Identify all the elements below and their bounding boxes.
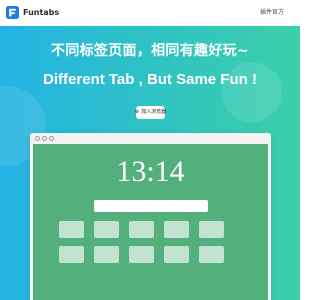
add-to-browser-label: 加入浏览器 [141,109,167,115]
browser-title-bar [30,133,271,144]
window-dot-icon [49,136,54,141]
shortcut-tile[interactable] [59,246,84,263]
top-navigation-bar: Funtabs 插件官方 [0,0,300,26]
search-input[interactable] [94,200,208,212]
shortcut-tile[interactable] [94,221,119,238]
shortcut-tile[interactable] [164,221,189,238]
window-dot-icon [42,136,47,141]
new-tab-preview: 13:14 [33,144,268,300]
window-dot-icon [35,136,40,141]
shortcut-tile[interactable] [199,246,224,263]
plus-icon: ⊕ [134,109,140,115]
browser-preview-window: 13:14 [30,133,271,300]
hero-banner: 不同标签页面，相同有趣好玩~ Different Tab , But Same … [0,26,300,300]
funtabs-logo-icon[interactable] [6,6,19,19]
shortcut-tile[interactable] [129,221,154,238]
add-to-browser-button[interactable]: ⊕ 加入浏览器 [134,106,167,119]
hero-title-english: Different Tab , But Same Fun ! [43,71,257,88]
shortcut-tile[interactable] [94,246,119,263]
shortcut-tile[interactable] [59,221,84,238]
official-plugin-link[interactable]: 插件官方 [260,6,284,19]
shortcut-tile[interactable] [129,246,154,263]
shortcut-tile[interactable] [164,246,189,263]
clock-display: 13:14 [116,155,185,188]
brand-name[interactable]: Funtabs [23,6,59,19]
shortcut-tile[interactable] [199,221,224,238]
hero-title-chinese: 不同标签页面，相同有趣好玩~ [51,43,249,59]
